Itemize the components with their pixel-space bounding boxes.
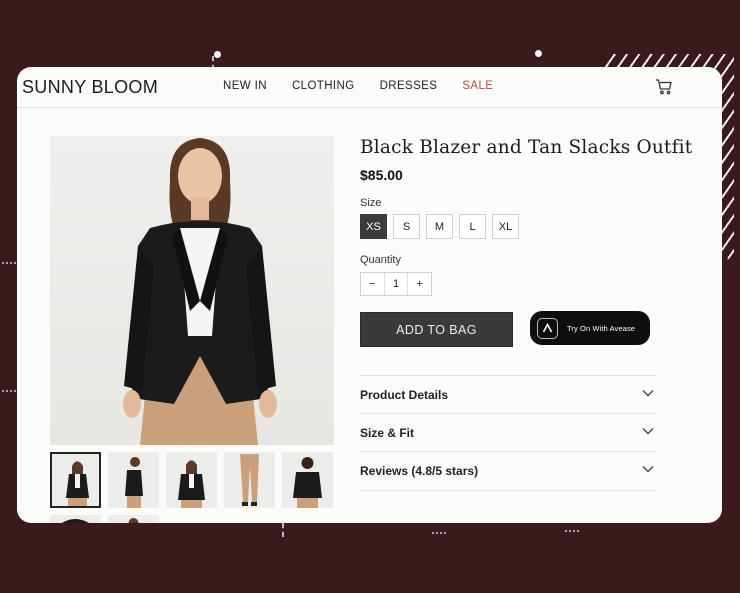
decor-dots — [565, 530, 579, 532]
thumbnail-1[interactable] — [50, 452, 101, 508]
try-on-button[interactable]: Try On With Avease — [530, 311, 650, 345]
product-price: $85.00 — [360, 167, 403, 183]
thumbnail-4[interactable] — [224, 452, 275, 508]
chevron-down-icon — [642, 390, 654, 397]
thumbnail-3[interactable] — [166, 452, 217, 508]
thumbnail-6[interactable] — [50, 515, 101, 523]
size-label: Size — [360, 197, 382, 209]
brand-logo[interactable]: SUNNY BLOOM — [22, 77, 158, 98]
accordion-reviews[interactable]: Reviews (4.8/5 stars) — [360, 451, 656, 491]
avease-logo-icon — [537, 317, 558, 339]
quantity-value[interactable]: 1 — [383, 273, 409, 295]
decor-dot — [214, 51, 221, 58]
quantity-decrease-button[interactable]: − — [361, 273, 384, 295]
nav-clothing[interactable]: CLOTHING — [292, 80, 355, 92]
decor-dots — [2, 262, 16, 264]
decor-dots — [2, 390, 16, 392]
size-xl-button[interactable]: XL — [492, 214, 519, 239]
product-page-card: SUNNY BLOOM NEW IN CLOTHING DRESSES SALE — [17, 67, 722, 523]
chevron-down-icon — [642, 428, 654, 435]
quantity-increase-button[interactable]: + — [408, 273, 431, 295]
nav-sale[interactable]: SALE — [462, 80, 493, 92]
quantity-stepper: − 1 + — [360, 272, 432, 296]
accordion-label: Reviews (4.8/5 stars) — [360, 464, 479, 478]
size-l-button[interactable]: L — [459, 214, 486, 239]
accordion-product-details[interactable]: Product Details — [360, 375, 656, 414]
accordion-size-fit[interactable]: Size & Fit — [360, 413, 656, 452]
decor-dot — [535, 50, 542, 57]
cart-icon[interactable] — [655, 78, 673, 96]
quantity-label: Quantity — [360, 254, 401, 266]
thumbnail-5[interactable] — [282, 452, 333, 508]
product-main-image[interactable] — [50, 136, 334, 445]
product-title: Black Blazer and Tan Slacks Outfit — [360, 137, 693, 158]
decor-dots — [432, 532, 446, 534]
thumbnail-strip-row2 — [50, 515, 159, 523]
size-selector: XS S M L XL — [360, 214, 519, 239]
nav-dresses[interactable]: DRESSES — [380, 80, 438, 92]
thumbnail-strip — [50, 452, 333, 508]
size-m-button[interactable]: M — [426, 214, 453, 239]
top-nav: SUNNY BLOOM NEW IN CLOTHING DRESSES SALE — [17, 67, 722, 108]
chevron-down-icon — [642, 466, 654, 473]
decor-dash — [282, 523, 284, 537]
size-xs-button[interactable]: XS — [360, 214, 387, 239]
thumbnail-7[interactable] — [108, 515, 159, 523]
accordion-label: Product Details — [360, 388, 449, 402]
size-s-button[interactable]: S — [393, 214, 420, 239]
accordion-label: Size & Fit — [360, 426, 415, 440]
nav-new-in[interactable]: NEW IN — [223, 80, 267, 92]
try-on-label: Try On With Avease — [567, 323, 636, 333]
add-to-bag-button[interactable]: ADD TO BAG — [360, 312, 513, 347]
thumbnail-2[interactable] — [108, 452, 159, 508]
nav-links: NEW IN CLOTHING DRESSES SALE — [223, 80, 518, 92]
